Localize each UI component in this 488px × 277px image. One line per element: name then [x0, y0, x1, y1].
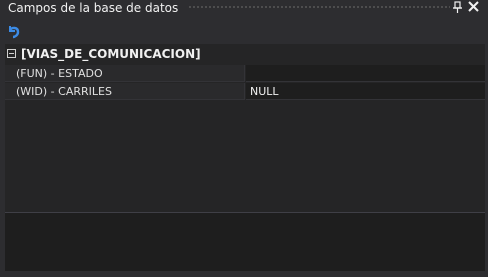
- property-value[interactable]: [246, 65, 485, 82]
- category-label: [VIAS_DE_COMUNICACION]: [21, 47, 201, 61]
- property-name: (FUN) - ESTADO: [5, 65, 245, 82]
- category-row[interactable]: [VIAS_DE_COMUNICACION]: [5, 44, 485, 64]
- property-row[interactable]: (FUN) - ESTADO: [5, 65, 485, 83]
- property-value[interactable]: NULL: [246, 83, 485, 100]
- undo-icon[interactable]: [6, 23, 22, 39]
- collapse-icon[interactable]: [7, 49, 16, 58]
- window-title: Campos de la base de datos: [8, 1, 179, 15]
- title-bar: Campos de la base de datos: [0, 0, 488, 17]
- property-name: (WID) - CARRILES: [5, 83, 245, 100]
- toolbar: [0, 18, 488, 44]
- pin-icon[interactable]: [451, 1, 464, 15]
- property-row[interactable]: (WID) - CARRILES NULL: [5, 83, 485, 101]
- grip-dots: [188, 5, 450, 10]
- close-icon[interactable]: [466, 0, 481, 16]
- description-pane: [5, 212, 485, 271]
